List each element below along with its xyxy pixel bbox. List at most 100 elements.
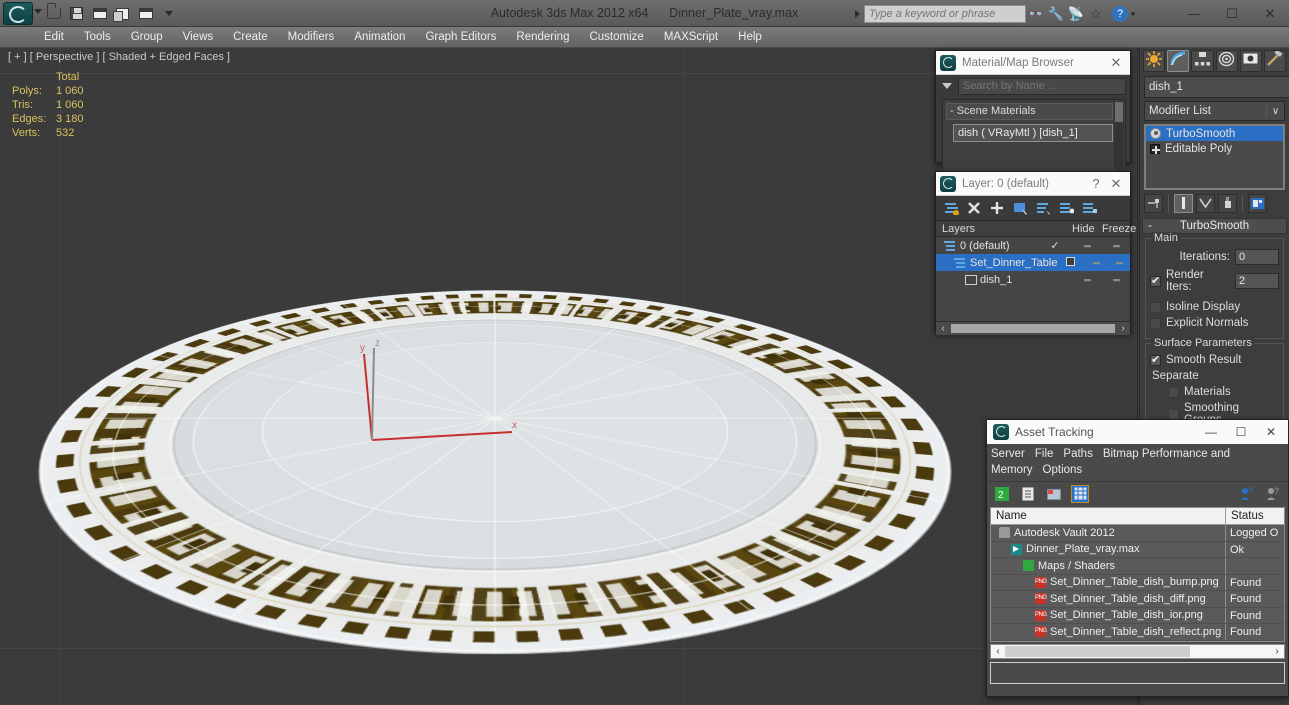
binoculars-icon[interactable]: 👓 [1026,4,1046,23]
iterations-input[interactable] [1236,250,1289,264]
modifier-stack-item[interactable]: Editable Poly [1146,141,1283,156]
configure-modifier-sets-button[interactable] [1248,194,1267,213]
layer-freeze-cell[interactable]: ▪▪▪ [1108,258,1130,268]
remove-modifier-button[interactable] [1218,194,1237,213]
menu-item-help[interactable]: Help [728,27,772,48]
create-tab[interactable] [1143,50,1165,72]
search-expand-icon[interactable] [855,10,860,18]
layer-hide-cell[interactable]: ▪▪▪ [1072,241,1102,251]
utilities-tab[interactable] [1264,50,1286,72]
grid-view-icon[interactable] [1071,485,1089,503]
show-end-result-button[interactable] [1174,194,1193,213]
layer-panel-close-button[interactable]: ✕ [1106,174,1126,194]
layer-freeze-cell[interactable]: ▪▪▪ [1102,241,1130,251]
qat-more-button[interactable] [158,4,179,24]
app-menu-chevron-icon[interactable] [34,9,42,14]
list-view-icon[interactable] [1019,485,1037,503]
layer-row[interactable]: Set_Dinner_Table ▪▪▪ ▪▪▪ [936,254,1130,271]
asset-row[interactable]: PNG Set_Dinner_Table_dish_reflect.png Foun… [991,624,1284,641]
redo-button[interactable] [135,4,156,24]
asset-row[interactable]: PNG Set_Dinner_Table_dish_ior.png Found [991,608,1284,625]
star-icon[interactable]: ☆ [1086,4,1106,23]
select-objects-icon[interactable] [1011,199,1029,217]
motion-tab[interactable] [1216,50,1238,72]
layer-current-indicator[interactable]: ✓ [1038,239,1072,252]
scroll-left-arrow[interactable]: ‹ [991,646,1005,657]
asset-row[interactable]: PNG Set_Dinner_Table_dish_diff.png Found [991,591,1284,608]
maximize-button[interactable]: ☐ [1213,0,1251,27]
minimize-button[interactable]: — [1175,0,1213,27]
layer-explorer-panel[interactable]: Layer: 0 (default) ? ✕ Layers Hide Freez… [935,171,1131,333]
isoline-display-row[interactable]: Isoline Display [1150,301,1279,313]
menu-item-maxscript[interactable]: MAXScript [654,27,728,48]
at-menu-file[interactable]: File [1035,448,1054,460]
highlight-selected-icon[interactable] [1057,199,1075,217]
layer-row[interactable]: dish_1 ▪▪▪ ▪▪▪ [936,271,1130,288]
asset-horizontal-scrollbar[interactable]: ‹ › [990,644,1285,659]
layer-panel-help-button[interactable]: ? [1086,174,1106,194]
modify-tab[interactable] [1167,50,1189,72]
material-browser-close-button[interactable]: ✕ [1106,53,1126,73]
modifier-stack[interactable]: TurboSmooth Editable Poly [1144,124,1285,190]
material-browser-list[interactable]: - Scene Materials dish ( VRayMtl ) [dish… [942,99,1126,172]
render-iters-spinner[interactable] [1235,273,1279,289]
lightbulb-icon[interactable] [1150,128,1161,139]
hierarchy-tab[interactable] [1191,50,1213,72]
iterations-spinner[interactable] [1235,249,1279,265]
menu-item-views[interactable]: Views [173,27,223,48]
layer-rows[interactable]: 0 (default) ✓ ▪▪▪ ▪▪▪ Set_Dinner_Table ▪▪▪ ▪▪▪… [936,237,1130,321]
separate-materials-row[interactable]: Materials [1150,386,1279,398]
satellite-icon[interactable]: 📡 [1066,4,1086,23]
material-map-browser-panel[interactable]: Material/Map Browser ✕ - Scene Materials… [935,50,1131,163]
collapse-icon[interactable]: - [1143,220,1157,232]
menu-item-edit[interactable]: Edit [34,27,74,48]
vault-icon[interactable]: 2 [993,485,1011,503]
asset-grid-rows[interactable]: Autodesk Vault 2012 Logged O Dinner_Plate_… [991,525,1284,641]
layer-checkbox[interactable] [1066,257,1075,266]
help-icon[interactable]: ? [1112,6,1128,22]
select-highlighted-icon[interactable] [1034,199,1052,217]
help-chevron-icon[interactable]: • [1128,4,1138,23]
scroll-thumb[interactable] [1005,646,1190,657]
material-entry-dish[interactable]: dish ( VRayMtl ) [dish_1] [953,124,1113,142]
asset-col-name[interactable]: Name [991,508,1226,524]
display-tab[interactable] [1240,50,1262,72]
asset-row[interactable]: PNG Set_Dinner_Table_dish_bump.png Found [991,575,1284,592]
pin-stack-button[interactable] [1144,194,1163,213]
menu-item-graph-editors[interactable]: Graph Editors [415,27,506,48]
menu-item-animation[interactable]: Animation [344,27,415,48]
layer-hide-cell[interactable]: ▪▪▪ [1084,258,1108,268]
smooth-result-checkbox[interactable] [1150,355,1161,366]
add-selection-icon[interactable] [988,199,1006,217]
layer-current-indicator[interactable] [1057,257,1084,269]
scroll-right-arrow[interactable]: › [1116,323,1130,334]
asset-tracking-window[interactable]: Asset Tracking — ☐ ✕ Server File Paths Bitm… [986,419,1289,697]
scroll-right-arrow[interactable]: › [1270,646,1284,657]
object-name-input[interactable] [1144,76,1289,98]
menu-item-rendering[interactable]: Rendering [506,27,579,48]
open-file-button[interactable] [43,4,64,24]
smooth-result-row[interactable]: Smooth Result [1150,354,1279,366]
search-input[interactable] [864,5,1026,23]
menu-item-modifiers[interactable]: Modifiers [278,27,345,48]
layer-horizontal-scrollbar[interactable]: ‹ › [936,321,1130,335]
new-window-button[interactable] [89,4,110,24]
modifier-stack-item[interactable]: TurboSmooth [1146,126,1283,141]
explicit-normals-checkbox[interactable] [1150,318,1161,329]
explicit-normals-row[interactable]: Explicit Normals [1150,317,1279,329]
scene-materials-group[interactable]: - Scene Materials [946,103,1113,120]
viewport-label[interactable]: [ + ] [ Perspective ] [ Shaded + Edged F… [8,51,230,63]
undo-button[interactable] [112,4,133,24]
material-browser-scrollbar[interactable] [1114,101,1124,170]
asset-tracking-close-button[interactable]: ✕ [1256,420,1286,444]
chevron-down-icon[interactable] [942,83,952,89]
context-help-icon[interactable]: ? [1264,485,1282,503]
at-menu-server[interactable]: Server [991,448,1025,460]
make-unique-button[interactable] [1196,194,1215,213]
save-file-button[interactable] [66,4,87,24]
layer-row[interactable]: 0 (default) ✓ ▪▪▪ ▪▪▪ [936,237,1130,254]
asset-tracking-maximize-button[interactable]: ☐ [1226,420,1256,444]
close-button[interactable]: ✕ [1251,0,1289,27]
menu-item-customize[interactable]: Customize [579,27,653,48]
hide-unhide-icon[interactable] [1080,199,1098,217]
